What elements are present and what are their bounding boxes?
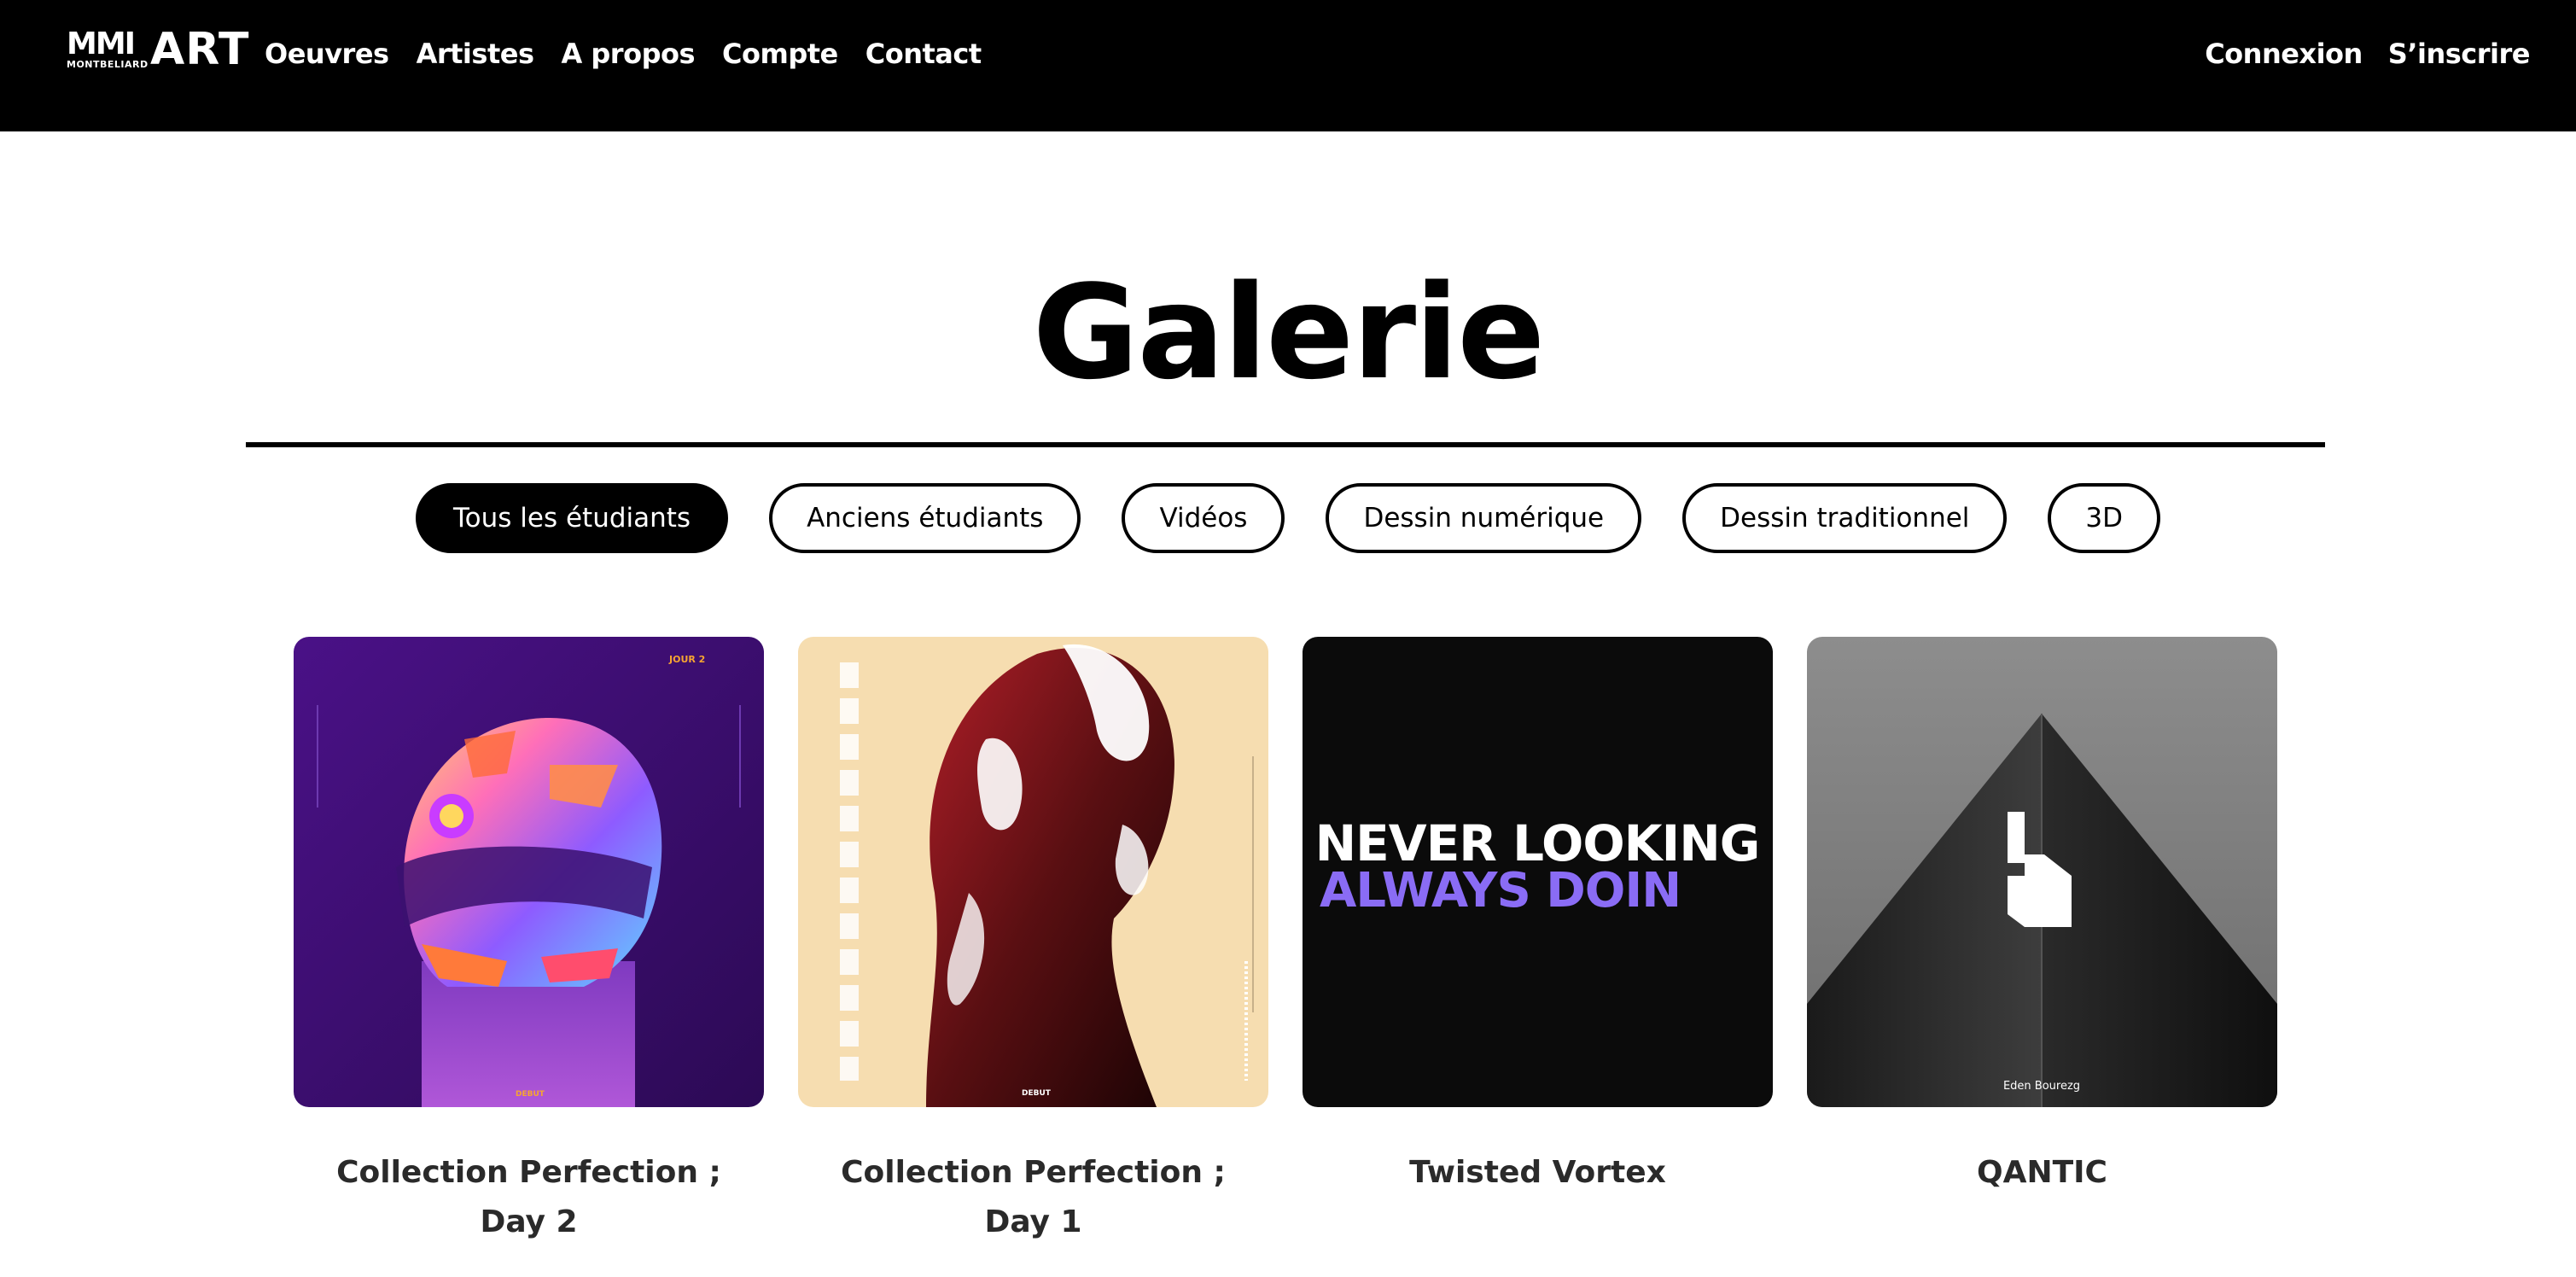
gallery-grid: JOUR 2 DEBUT Collection Perfection ; Day… xyxy=(294,637,2277,1247)
nav-link-artistes[interactable]: Artistes xyxy=(417,38,534,70)
logo-sub-text: MONTBELIARD xyxy=(67,59,149,70)
card1-corner-text: JOUR 2 xyxy=(668,654,705,665)
nav-link-oeuvres[interactable]: Oeuvres xyxy=(265,38,389,70)
chrome-face-artwork-image: DEBUT xyxy=(798,637,1268,1107)
signup-link[interactable]: S’inscrire xyxy=(2388,38,2531,70)
artwork-thumbnail[interactable]: NEVER LOOKING ALWAYS DOIN xyxy=(1303,637,1773,1107)
card3-line2-text: ALWAYS DOIN xyxy=(1320,863,1681,918)
login-link[interactable]: Connexion xyxy=(2205,38,2363,70)
nav-link-a-propos[interactable]: A propos xyxy=(561,38,695,70)
nav-link-contact[interactable]: Contact xyxy=(865,38,982,70)
artwork-thumbnail[interactable]: DEBUT xyxy=(798,637,1268,1107)
filter-digital-drawing[interactable]: Dessin numérique xyxy=(1326,483,1642,553)
artwork-card[interactable]: JOUR 2 DEBUT Collection Perfection ; Day… xyxy=(294,637,764,1247)
card1-footer-text: DEBUT xyxy=(516,1090,545,1099)
page-title: Galerie xyxy=(1032,257,1546,408)
card2-footer-text: DEBUT xyxy=(1022,1089,1052,1098)
auth-nav: Connexion S’inscrire xyxy=(2179,32,2530,75)
tower-artwork-image: Eden Bourezg xyxy=(1807,637,2277,1107)
artwork-title[interactable]: QANTIC xyxy=(1807,1148,2277,1198)
artwork-thumbnail[interactable]: JOUR 2 DEBUT xyxy=(294,637,764,1107)
filter-videos[interactable]: Vidéos xyxy=(1122,483,1285,553)
artwork-title[interactable]: Collection Perfection ; Day 2 xyxy=(294,1148,764,1247)
filter-3d[interactable]: 3D xyxy=(2048,483,2160,553)
site-logo[interactable]: MMI MONTBELIARD ART xyxy=(67,24,250,75)
artwork-thumbnail[interactable]: Eden Bourezg xyxy=(1807,637,2277,1107)
logo-mmi-text: MMI xyxy=(67,26,136,61)
helmet-artwork-image: JOUR 2 DEBUT xyxy=(294,637,764,1107)
card4-footer-text: Eden Bourezg xyxy=(2003,1080,2080,1093)
filter-bar: Tous les étudiants Anciens étudiants Vid… xyxy=(0,483,2576,553)
artwork-card[interactable]: NEVER LOOKING ALWAYS DOIN Twisted Vortex xyxy=(1303,637,1773,1247)
typography-artwork-image: NEVER LOOKING ALWAYS DOIN xyxy=(1303,637,1773,1107)
artwork-title[interactable]: Collection Perfection ; Day 1 xyxy=(798,1148,1268,1247)
top-navbar: MMI MONTBELIARD ART Oeuvres Artistes A p… xyxy=(0,0,2576,131)
filter-traditional-drawing[interactable]: Dessin traditionnel xyxy=(1682,483,2008,553)
filter-former-students[interactable]: Anciens étudiants xyxy=(769,483,1081,553)
nav-link-compte[interactable]: Compte xyxy=(722,38,838,70)
artwork-title[interactable]: Twisted Vortex xyxy=(1303,1148,1773,1198)
main-nav: Oeuvres Artistes A propos Compte Contact xyxy=(265,32,1009,75)
filter-all-students[interactable]: Tous les étudiants xyxy=(415,483,729,553)
logo-art-text: ART xyxy=(150,24,250,75)
artwork-card[interactable]: Eden Bourezg QANTIC xyxy=(1807,637,2277,1247)
artwork-card[interactable]: DEBUT Collection Perfection ; Day 1 xyxy=(798,637,1268,1247)
logo-mmi: MMI MONTBELIARD xyxy=(67,26,148,70)
title-divider xyxy=(246,442,2325,447)
